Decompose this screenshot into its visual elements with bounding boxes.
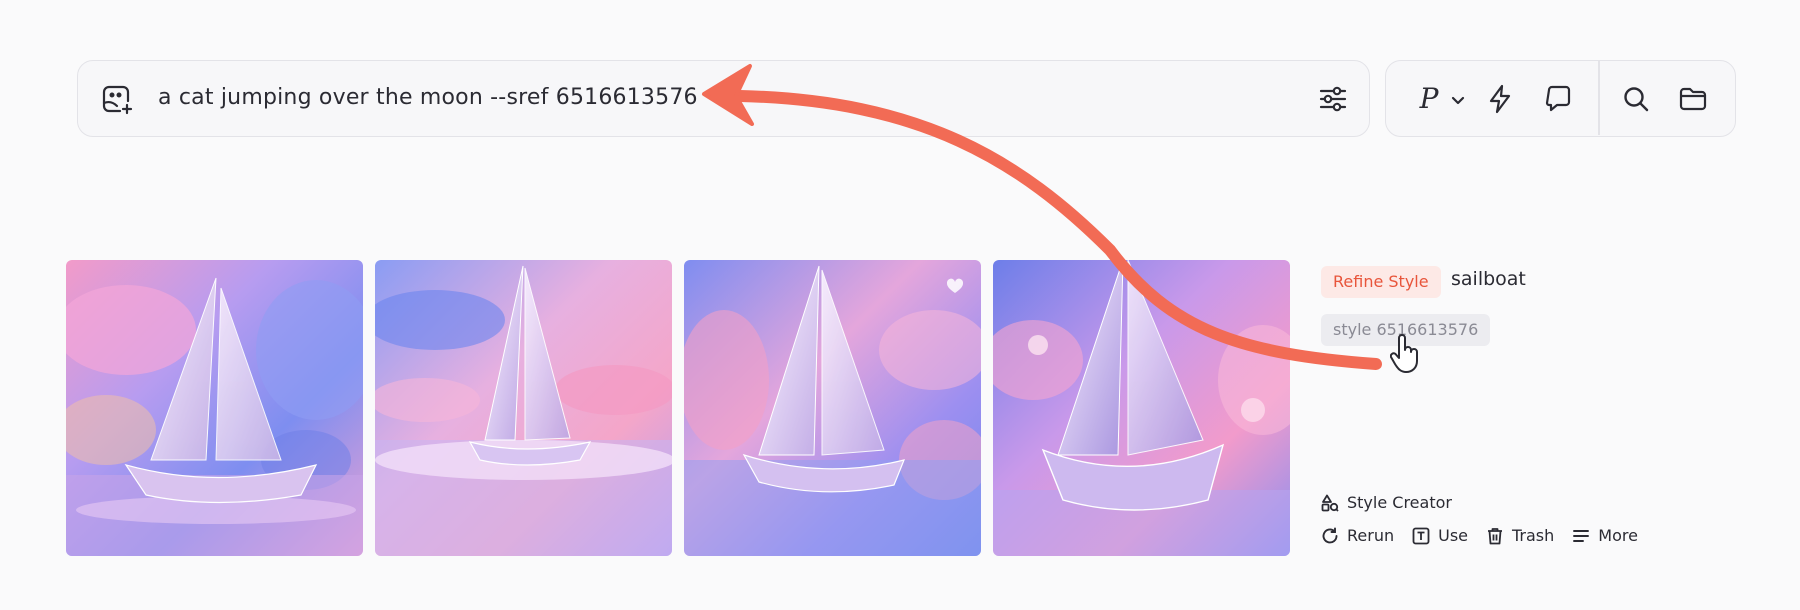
- sliders-icon[interactable]: [1318, 84, 1348, 114]
- rerun-label: Rerun: [1347, 526, 1395, 545]
- style-creator-label: Style Creator: [1347, 493, 1452, 512]
- use-label: Use: [1438, 526, 1468, 545]
- more-button[interactable]: More: [1572, 526, 1638, 545]
- rerun-icon: [1322, 527, 1338, 543]
- use-icon: [1412, 527, 1430, 544]
- toolbar: P: [1385, 60, 1736, 137]
- search-icon[interactable]: [1619, 82, 1653, 116]
- prompt-bar[interactable]: a cat jumping over the moon --sref 65166…: [77, 60, 1370, 137]
- generated-image-1[interactable]: [66, 260, 363, 556]
- generated-image-2[interactable]: [375, 260, 672, 556]
- chat-icon[interactable]: [1542, 82, 1576, 116]
- trash-label: Trash: [1512, 526, 1555, 545]
- chevron-down-icon: [1451, 96, 1465, 105]
- style-creator-icon: [1321, 494, 1339, 512]
- action-row: Rerun Use Trash More: [1321, 526, 1656, 545]
- more-label: More: [1598, 526, 1638, 545]
- generated-image-4[interactable]: [993, 260, 1290, 556]
- hand-pointer-icon: [1390, 334, 1418, 373]
- subject-label: sailboat: [1451, 268, 1526, 290]
- prompt-input[interactable]: a cat jumping over the moon --sref 65166…: [158, 61, 698, 135]
- folder-icon[interactable]: [1676, 82, 1710, 116]
- style-creator-button[interactable]: Style Creator: [1321, 493, 1452, 512]
- generated-image-3[interactable]: [684, 260, 981, 556]
- toolbar-divider: [1598, 61, 1600, 135]
- image-add-icon[interactable]: [100, 82, 134, 116]
- use-button[interactable]: Use: [1412, 526, 1468, 545]
- more-icon: [1573, 529, 1590, 542]
- rerun-button[interactable]: Rerun: [1321, 526, 1394, 545]
- personalize-label: P: [1419, 81, 1439, 115]
- style-creator-row: Style Creator: [1321, 493, 1470, 512]
- refine-style-button[interactable]: Refine Style: [1321, 266, 1441, 298]
- trash-icon: [1488, 527, 1502, 544]
- lightning-icon[interactable]: [1483, 82, 1517, 116]
- trash-button[interactable]: Trash: [1486, 526, 1554, 545]
- personalize-button[interactable]: P: [1414, 80, 1472, 116]
